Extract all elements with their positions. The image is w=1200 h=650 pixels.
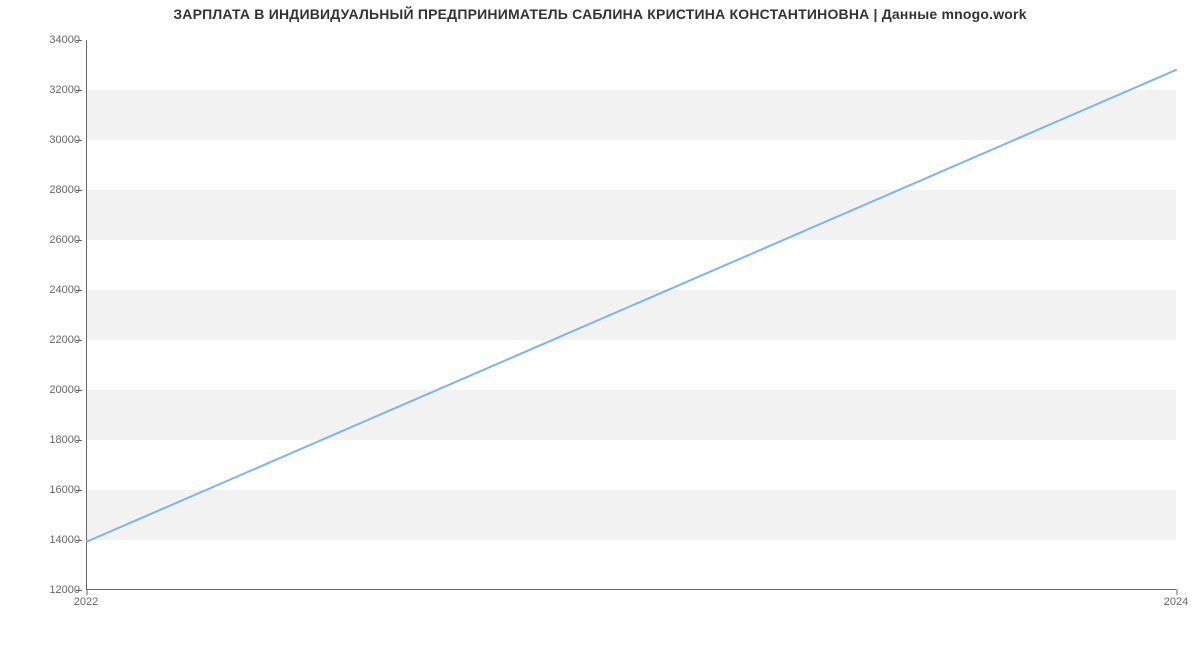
y-tick-label: 22000 (20, 334, 80, 346)
x-tick (1177, 589, 1178, 595)
x-tick-label: 2024 (1164, 596, 1188, 608)
y-tick-label: 20000 (20, 384, 80, 396)
chart-container: ЗАРПЛАТА В ИНДИВИДУАЛЬНЫЙ ПРЕДПРИНИМАТЕЛ… (0, 0, 1200, 650)
line-layer (87, 40, 1176, 589)
series-line (87, 70, 1176, 542)
y-tick-label: 28000 (20, 184, 80, 196)
y-tick-label: 18000 (20, 434, 80, 446)
y-tick-label: 26000 (20, 234, 80, 246)
y-tick-label: 24000 (20, 284, 80, 296)
y-tick-label: 34000 (20, 34, 80, 46)
plot-area (86, 40, 1176, 590)
x-tick (87, 589, 88, 595)
y-tick-label: 32000 (20, 84, 80, 96)
y-tick-label: 16000 (20, 484, 80, 496)
y-tick-label: 12000 (20, 584, 80, 596)
chart-title: ЗАРПЛАТА В ИНДИВИДУАЛЬНЫЙ ПРЕДПРИНИМАТЕЛ… (0, 6, 1200, 22)
x-tick-label: 2022 (74, 596, 98, 608)
y-tick-label: 14000 (20, 534, 80, 546)
y-tick-label: 30000 (20, 134, 80, 146)
